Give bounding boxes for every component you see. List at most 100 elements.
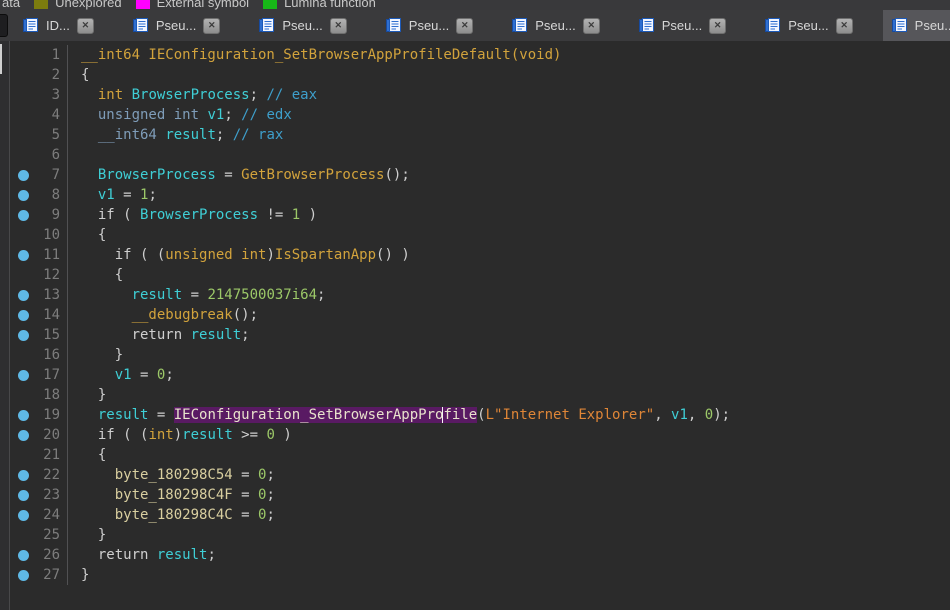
breakpoint-dot-icon[interactable] [17,329,29,341]
code-line[interactable]: 6 [11,145,950,165]
code-text[interactable]: v1 = 0; [68,365,174,385]
code-line[interactable]: 7 BrowserProcess = GetBrowserProcess(); [11,165,950,185]
code-text[interactable]: { [68,265,123,285]
breakpoint-gutter[interactable] [11,345,35,365]
breakpoint-dot-icon[interactable] [17,309,29,321]
breakpoint-dot-icon[interactable] [17,469,29,481]
code-text[interactable]: __int64 IEConfiguration_SetBrowserAppPro… [68,45,561,65]
code-line[interactable]: 13 result = 2147500037i64; [11,285,950,305]
code-line[interactable]: 20 if ( (int)result >= 0 ) [11,425,950,445]
breakpoint-dot-icon[interactable] [17,289,29,301]
tab-pseudocode-5[interactable]: Pseu... ✕ [630,10,734,41]
code-line[interactable]: 10 { [11,225,950,245]
code-line[interactable]: 3 int BrowserProcess; // eax [11,85,950,105]
code-text[interactable]: __debugbreak(); [68,305,258,325]
code-text[interactable]: { [68,445,106,465]
code-line[interactable]: 19 result = IEConfiguration_SetBrowserAp… [11,405,950,425]
breakpoint-gutter[interactable] [11,325,35,345]
tab-pseudocode-7[interactable]: Pseu...✕ [882,10,950,41]
code-line[interactable]: 17 v1 = 0; [11,365,950,385]
breakpoint-dot-icon[interactable] [17,169,29,181]
code-text[interactable]: return result; [68,325,250,345]
tab-pseudocode-1[interactable]: Pseu... ✕ [124,10,228,41]
code-line[interactable]: 18 } [11,385,950,405]
breakpoint-gutter[interactable] [11,225,35,245]
close-icon[interactable]: ✕ [203,17,221,34]
code-text[interactable]: return result; [68,545,216,565]
breakpoint-dot-icon[interactable] [17,189,29,201]
code-text[interactable]: { [68,65,89,85]
breakpoint-gutter[interactable] [11,385,35,405]
breakpoint-gutter[interactable] [11,85,35,105]
breakpoint-gutter[interactable] [11,65,35,85]
breakpoint-gutter[interactable] [11,485,35,505]
pseudocode-panel[interactable]: 1 __int64 IEConfiguration_SetBrowserAppPr… [0,41,950,610]
code-text[interactable]: int BrowserProcess; // eax [68,85,317,105]
code-line[interactable]: 27} [11,565,950,585]
breakpoint-dot-icon[interactable] [17,509,29,521]
close-icon[interactable]: ✕ [582,17,600,34]
breakpoint-gutter[interactable] [11,205,35,225]
breakpoint-dot-icon[interactable] [17,369,29,381]
pseudocode-listing[interactable]: 1 __int64 IEConfiguration_SetBrowserAppPr… [11,41,950,610]
tab-pseudocode-3[interactable]: Pseu... ✕ [377,10,481,41]
code-line[interactable]: 23 byte_180298C4F = 0; [11,485,950,505]
breakpoint-gutter[interactable] [11,545,35,565]
code-line[interactable]: 5 __int64 result; // rax [11,125,950,145]
breakpoint-gutter[interactable] [11,465,35,485]
code-text[interactable]: { [68,225,106,245]
close-icon[interactable]: ✕ [835,17,853,34]
code-line[interactable]: 14 __debugbreak(); [11,305,950,325]
code-text[interactable]: result = IEConfiguration_SetBrowserAppPr… [68,405,730,425]
code-line[interactable]: 11 if ( (unsigned int)IsSpartanApp() ) [11,245,950,265]
code-line[interactable]: 8 v1 = 1; [11,185,950,205]
tab-pseudocode-4[interactable]: Pseu... ✕ [503,10,607,41]
code-text[interactable] [68,145,81,165]
breakpoint-gutter[interactable] [11,165,35,185]
code-line[interactable]: 25 } [11,525,950,545]
code-text[interactable]: result = 2147500037i64; [68,285,326,305]
close-icon[interactable]: ✕ [76,17,94,34]
code-text[interactable]: unsigned int v1; // edx [68,105,292,125]
code-line[interactable]: 15 return result; [11,325,950,345]
code-text[interactable]: } [68,345,123,365]
code-line[interactable]: 26 return result; [11,545,950,565]
breakpoint-gutter[interactable] [11,505,35,525]
breakpoint-gutter[interactable] [11,285,35,305]
code-text[interactable]: byte_180298C54 = 0; [68,465,275,485]
code-line[interactable]: 24 byte_180298C4C = 0; [11,505,950,525]
code-text[interactable]: if ( (unsigned int)IsSpartanApp() ) [68,245,410,265]
code-text[interactable]: } [68,385,106,405]
breakpoint-gutter[interactable] [11,185,35,205]
close-icon[interactable]: ✕ [709,17,727,34]
code-line[interactable]: 12 { [11,265,950,285]
breakpoint-dot-icon[interactable] [17,409,29,421]
tab-ida-view[interactable]: ID... ✕ [14,10,102,41]
code-line[interactable]: 1 __int64 IEConfiguration_SetBrowserAppPr… [11,45,950,65]
breakpoint-dot-icon[interactable] [17,249,29,261]
breakpoint-dot-icon[interactable] [17,569,29,581]
code-text[interactable]: byte_180298C4F = 0; [68,485,275,505]
code-text[interactable]: if ( BrowserProcess != 1 ) [68,205,317,225]
breakpoint-gutter[interactable] [11,405,35,425]
breakpoint-gutter[interactable] [11,445,35,465]
code-text[interactable]: } [68,525,106,545]
breakpoint-dot-icon[interactable] [17,549,29,561]
code-line[interactable]: 2{ [11,65,950,85]
code-text[interactable]: byte_180298C4C = 0; [68,505,275,525]
code-line[interactable]: 16 } [11,345,950,365]
code-line[interactable]: 9 if ( BrowserProcess != 1 ) [11,205,950,225]
breakpoint-dot-icon[interactable] [17,429,29,441]
breakpoint-gutter[interactable] [11,245,35,265]
breakpoint-gutter[interactable] [11,145,35,165]
breakpoint-dot-icon[interactable] [17,489,29,501]
breakpoint-gutter[interactable] [11,425,35,445]
breakpoint-gutter[interactable] [11,305,35,325]
code-line[interactable]: 4 unsigned int v1; // edx [11,105,950,125]
code-line[interactable]: 21 { [11,445,950,465]
breakpoint-gutter[interactable] [11,265,35,285]
tab-pseudocode-6[interactable]: Pseu... ✕ [756,10,860,41]
close-icon[interactable]: ✕ [329,17,347,34]
breakpoint-gutter[interactable] [11,125,35,145]
code-text[interactable]: if ( (int)result >= 0 ) [68,425,292,445]
